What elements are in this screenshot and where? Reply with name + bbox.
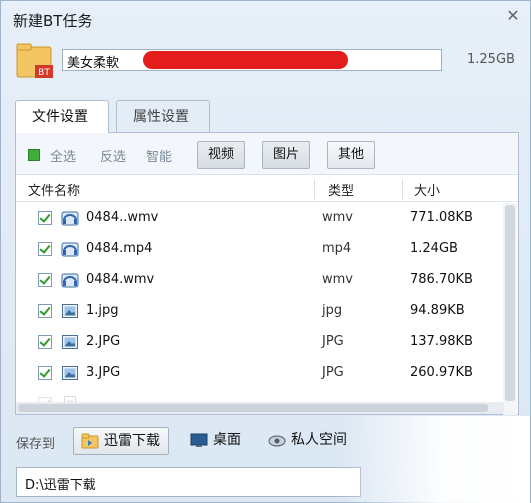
file-type: JPG <box>322 365 344 380</box>
file-name: 3.JPG <box>86 365 121 380</box>
file-size: 1.24GB <box>410 241 458 256</box>
table-header: 文件名称 类型 大小 <box>16 176 518 202</box>
image-file-icon <box>62 335 78 349</box>
folder-icon <box>81 433 99 449</box>
save-location-label: 私人空间 <box>291 432 347 448</box>
close-icon[interactable]: ✕ <box>504 7 522 25</box>
private-space-icon <box>268 435 286 447</box>
row-checkbox[interactable] <box>38 366 52 380</box>
file-size: 771.08KB <box>410 210 473 225</box>
column-header-size[interactable]: 大小 <box>414 180 440 199</box>
filter-image-button[interactable]: 图片 <box>262 141 311 169</box>
total-size: 1.25GB <box>467 52 515 67</box>
file-size: 137.98KB <box>410 334 473 349</box>
file-type: wmv <box>322 272 353 287</box>
filter-other-button[interactable]: 其他 <box>327 141 376 169</box>
file-size: 260.97KB <box>410 365 473 380</box>
save-path-value: D:\迅雷下载 <box>25 478 96 493</box>
invert-selection-link[interactable]: 反选 <box>100 146 126 165</box>
filter-bar: 全选 反选 智能 视频 图片 其他 <box>16 133 518 175</box>
save-location-xunlei-button[interactable]: 迅雷下载 <box>73 427 169 455</box>
select-all-link[interactable]: 全选 <box>50 146 76 165</box>
select-all-checkbox[interactable] <box>28 149 40 161</box>
save-location-desktop-button[interactable]: 桌面 <box>183 427 249 455</box>
redaction-mark <box>143 51 348 69</box>
bt-badge-text: BT <box>38 68 50 78</box>
column-header-type[interactable]: 类型 <box>328 180 354 199</box>
save-location-private-button[interactable]: 私人空间 <box>261 427 355 455</box>
row-checkbox[interactable] <box>38 273 52 287</box>
table-row[interactable]: 1.jpg jpg 94.89KB <box>16 296 502 327</box>
cropped-fade-overlay <box>340 416 530 503</box>
file-type: wmv <box>322 210 353 225</box>
row-checkbox[interactable] <box>38 211 52 225</box>
column-divider[interactable] <box>314 179 315 199</box>
table-row[interactable]: 2.JPG JPG 137.98KB <box>16 327 502 358</box>
video-file-icon <box>61 242 79 257</box>
save-to-label: 保存到 <box>16 437 56 452</box>
file-settings-panel: 全选 反选 智能 视频 图片 其他 文件名称 类型 大小 0484..wmv w… <box>15 132 519 415</box>
file-name: 0484..wmv <box>86 210 159 225</box>
table-row[interactable]: 0484.mp4 mp4 1.24GB <box>16 234 502 265</box>
smart-select-link[interactable]: 智能 <box>146 146 172 165</box>
desktop-icon <box>190 433 208 447</box>
file-name: 1.jpg <box>86 303 119 318</box>
save-location-label: 迅雷下载 <box>104 433 160 449</box>
video-file-icon <box>61 211 79 226</box>
image-file-icon <box>62 366 78 380</box>
tab-property-settings[interactable]: 属性设置 <box>116 100 210 132</box>
column-header-name[interactable]: 文件名称 <box>28 180 80 199</box>
bt-task-icon: BT <box>16 43 53 78</box>
new-bt-task-dialog: 新建BT任务 ✕ BT 美女柔軟 1.25GB 文件设置 属性设置 全选 反选 … <box>0 0 531 503</box>
tab-property-settings-label: 属性设置 <box>133 109 189 125</box>
file-type: JPG <box>322 334 344 349</box>
row-checkbox[interactable] <box>38 335 52 349</box>
row-checkbox[interactable] <box>38 242 52 256</box>
horizontal-scrollbar-thumb[interactable] <box>18 404 488 412</box>
file-name: 0484.wmv <box>86 272 155 287</box>
file-type: jpg <box>322 303 343 318</box>
file-name: 0484.mp4 <box>86 241 153 256</box>
table-row[interactable]: 0484.wmv wmv 786.70KB <box>16 265 502 296</box>
tab-file-settings-label: 文件设置 <box>32 109 88 125</box>
save-path-field[interactable]: D:\迅雷下载 <box>16 467 361 497</box>
file-size: 786.70KB <box>410 272 473 287</box>
task-name-value: 美女柔軟 <box>67 56 120 71</box>
row-checkbox[interactable] <box>38 304 52 318</box>
file-name: 2.JPG <box>86 334 121 349</box>
column-divider[interactable] <box>402 179 403 199</box>
horizontal-scrollbar[interactable] <box>16 402 504 414</box>
vertical-scrollbar[interactable] <box>503 203 517 415</box>
vertical-scrollbar-thumb[interactable] <box>505 205 515 401</box>
window-title: 新建BT任务 <box>13 12 93 30</box>
save-location-label: 桌面 <box>213 432 241 448</box>
file-type: mp4 <box>322 241 352 256</box>
file-size: 94.89KB <box>410 303 465 318</box>
table-row[interactable]: 0484..wmv wmv 771.08KB <box>16 203 502 234</box>
video-file-icon <box>61 273 79 288</box>
filter-video-button[interactable]: 视频 <box>197 141 246 169</box>
title-bar[interactable]: 新建BT任务 ✕ <box>1 1 531 35</box>
image-file-icon <box>62 304 78 318</box>
tab-file-settings[interactable]: 文件设置 <box>15 100 109 133</box>
table-row[interactable]: 3.JPG JPG 260.97KB <box>16 358 502 389</box>
